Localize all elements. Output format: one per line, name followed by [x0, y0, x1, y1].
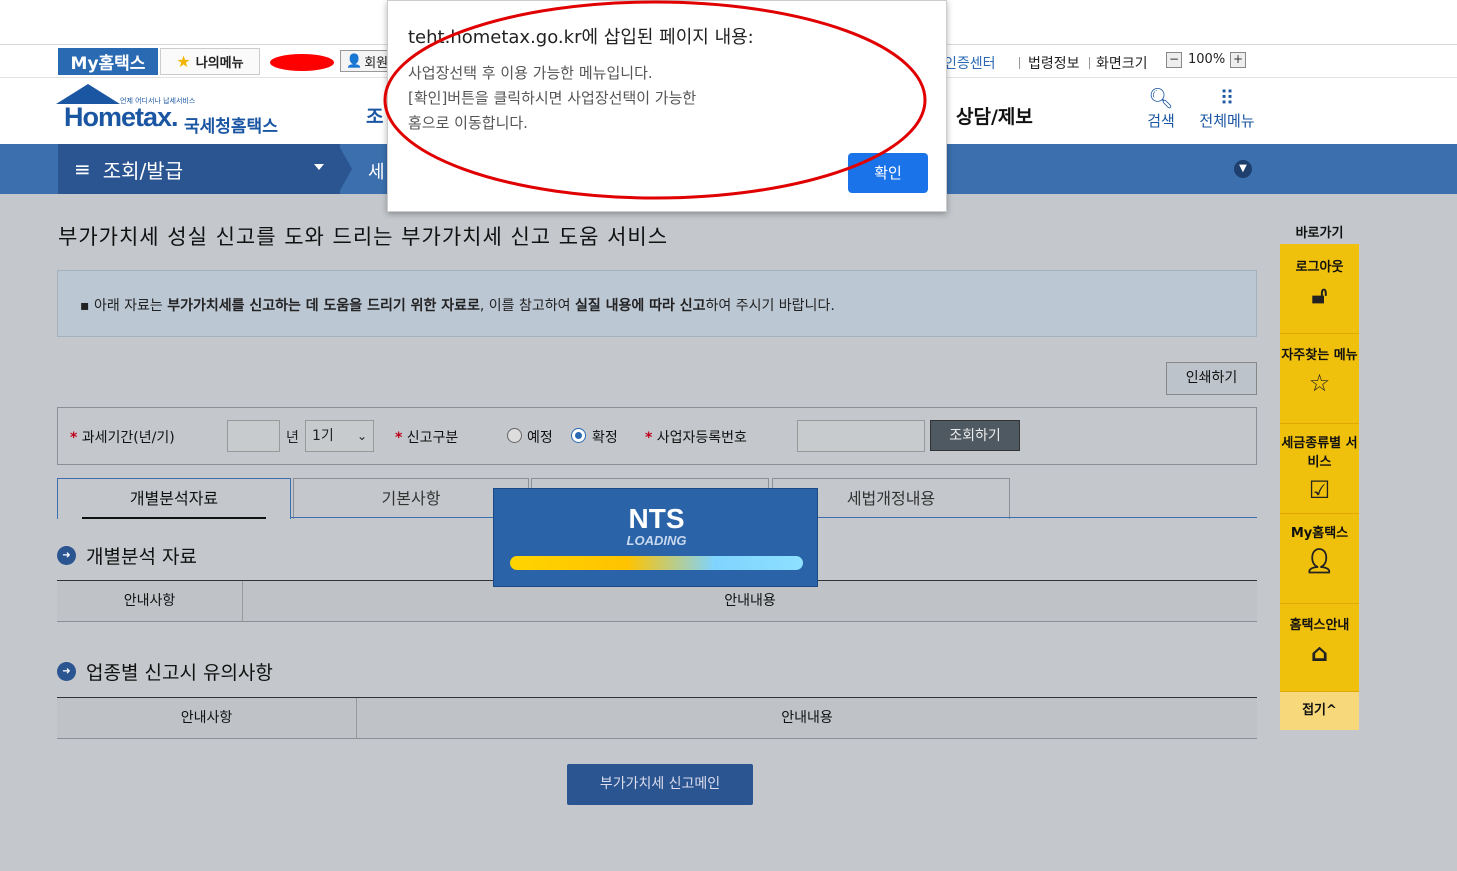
column-header: 안내사항 — [57, 698, 357, 739]
my-menu-label: 나의메뉴 — [195, 56, 244, 71]
category-label: 조회/발급 — [102, 158, 184, 183]
loading-brand: NTS — [628, 503, 685, 534]
logo-roof-icon — [56, 84, 120, 104]
my-hometax-button[interactable]: My홈택스 — [58, 48, 158, 75]
nav-item-consult[interactable]: 상담/제보 — [956, 102, 1033, 129]
column-header: 안내내용 — [724, 593, 776, 609]
fold-button[interactable]: 접기^ — [1280, 692, 1359, 730]
bizno-label: * 사업자등록번호 — [645, 430, 747, 446]
tab-individual-analysis[interactable]: 개별분석자료 — [57, 478, 291, 519]
radio-preliminary[interactable] — [507, 428, 522, 443]
divider — [1089, 57, 1090, 69]
search-panel: * 과세기간(년/기) 년 1기 ⌄ * 신고구분 예정 확정 * 사업자등록번호… — [57, 407, 1257, 465]
quick-hometax-guide[interactable]: 홈택스안내 ⌂ — [1280, 604, 1359, 692]
search-icon: 🔍︎ — [1148, 86, 1174, 110]
quick-menu-label: 바로가기 — [1295, 226, 1344, 241]
quick-my-hometax[interactable]: My홈택스 👤︎ — [1280, 514, 1359, 604]
unlock-icon: 🔓︎ — [1311, 281, 1328, 309]
checkbox-icon: ☑ — [1308, 476, 1331, 504]
star-icon: ☆ — [1308, 369, 1331, 397]
chevron-down-icon[interactable]: ▼ — [1234, 160, 1252, 178]
hometax-logo[interactable]: 언제 어디서나 납세서비스 Hometax. 국세청홈택스 — [56, 84, 286, 137]
radio-final-label: 확정 — [592, 430, 618, 446]
loading-overlay: NTS LOADING — [493, 488, 818, 587]
year-input[interactable] — [227, 420, 280, 452]
logo-subtitle: 국세청홈택스 — [184, 117, 278, 137]
home-guide-icon: ⌂ — [1310, 639, 1329, 667]
cert-center-link[interactable]: 인증센터 — [944, 53, 996, 73]
all-menu-label: 전체메뉴 — [1199, 112, 1255, 130]
zoom-value: 100% — [1188, 52, 1226, 67]
loading-progress-bar — [510, 556, 803, 570]
section-heading: ➜ 개별분석 자료 — [57, 542, 197, 569]
info-box: ▪ 아래 자료는 부가가치세를 신고하는 데 도움을 드리기 위한 자료로, 이… — [57, 270, 1257, 337]
redaction-mark — [270, 54, 334, 71]
law-info-link[interactable]: 법령정보 — [1028, 53, 1080, 73]
year-unit: 년 — [286, 430, 299, 446]
quick-favorite-menu[interactable]: 자주찾는 메뉴 ☆ — [1280, 334, 1359, 424]
table-header: 안내사항 안내내용 — [57, 697, 1257, 739]
logo-wordmark: Hometax. — [64, 102, 179, 132]
zoom-out-button[interactable]: − — [1166, 52, 1182, 68]
section-title: 업종별 신고시 유의사항 — [86, 662, 273, 684]
quick-item-label: 자주찾는 메뉴 — [1281, 348, 1358, 363]
period-select[interactable]: 1기 ⌄ — [305, 420, 374, 452]
caret-down-icon — [314, 164, 324, 170]
radio-final[interactable] — [571, 428, 586, 443]
arrow-circle-icon: ➜ — [57, 546, 76, 565]
vat-main-button[interactable]: 부가가치세 신고메인 — [567, 764, 753, 805]
page-title: 부가가치세 성실 신고를 도와 드리는 부가가치세 신고 도움 서비스 — [58, 225, 669, 249]
grid-icon: ⠿ — [1219, 86, 1235, 110]
divider — [1019, 57, 1020, 69]
radio-preliminary-label: 예정 — [527, 430, 553, 446]
chevron-down-icon: ⌄ — [356, 429, 367, 443]
column-header: 안내사항 — [57, 581, 243, 622]
hamburger-icon: ≡ — [74, 157, 91, 181]
quick-logout[interactable]: 로그아웃 🔓︎ — [1280, 244, 1359, 334]
quick-item-label: 홈택스안내 — [1289, 618, 1350, 633]
info-text: ▪ 아래 자료는 부가가치세를 신고하는 데 도움을 드리기 위한 자료로, 이… — [80, 298, 835, 314]
column-header: 안내내용 — [781, 710, 833, 726]
bizno-input[interactable] — [797, 420, 925, 452]
zoom-in-button[interactable]: + — [1230, 52, 1246, 68]
quick-item-label: 로그아웃 — [1295, 260, 1344, 275]
quick-menu: 로그아웃 🔓︎ 자주찾는 메뉴 ☆ 세금종류별 서비스 ☑ My홈택스 👤︎ 홈… — [1280, 244, 1359, 730]
arrow-circle-icon: ➜ — [57, 662, 76, 681]
category-dropdown[interactable]: ≡ 조회/발급 — [58, 144, 340, 194]
loading-text: LOADING — [626, 533, 687, 548]
print-button[interactable]: 인쇄하기 — [1166, 362, 1257, 395]
section-heading: ➜ 업종별 신고시 유의사항 — [57, 658, 273, 685]
star-icon: ★ — [176, 52, 191, 71]
my-menu-button[interactable]: ★ 나의메뉴 — [160, 48, 260, 75]
person-icon: 👤 — [346, 53, 363, 69]
quick-item-label: 세금종류별 서비스 — [1281, 436, 1358, 470]
report-type-label: * 신고구분 — [395, 430, 459, 446]
user-icon: 👤︎ — [1304, 547, 1335, 575]
quick-item-label: My홈택스 — [1290, 526, 1349, 541]
all-menu-button[interactable]: ⠿ 전체메뉴 — [1196, 88, 1258, 131]
breadcrumb-chevron — [338, 144, 352, 194]
period-label: * 과세기간(년/기) — [70, 430, 175, 446]
screen-size-label: 화면크기 — [1096, 56, 1148, 72]
annotation-ellipse — [383, 0, 927, 200]
search-label: 검색 — [1147, 112, 1175, 130]
search-button[interactable]: 🔍︎ 검색 — [1144, 88, 1178, 131]
query-button[interactable]: 조회하기 — [930, 420, 1020, 451]
page-root: My홈택스 ★ 나의메뉴 👤 회원 인증센터 법령정보 화면크기 − 100% … — [0, 0, 1457, 871]
section-title: 개별분석 자료 — [86, 546, 197, 568]
quick-tax-type-service[interactable]: 세금종류별 서비스 ☑ — [1280, 424, 1359, 514]
